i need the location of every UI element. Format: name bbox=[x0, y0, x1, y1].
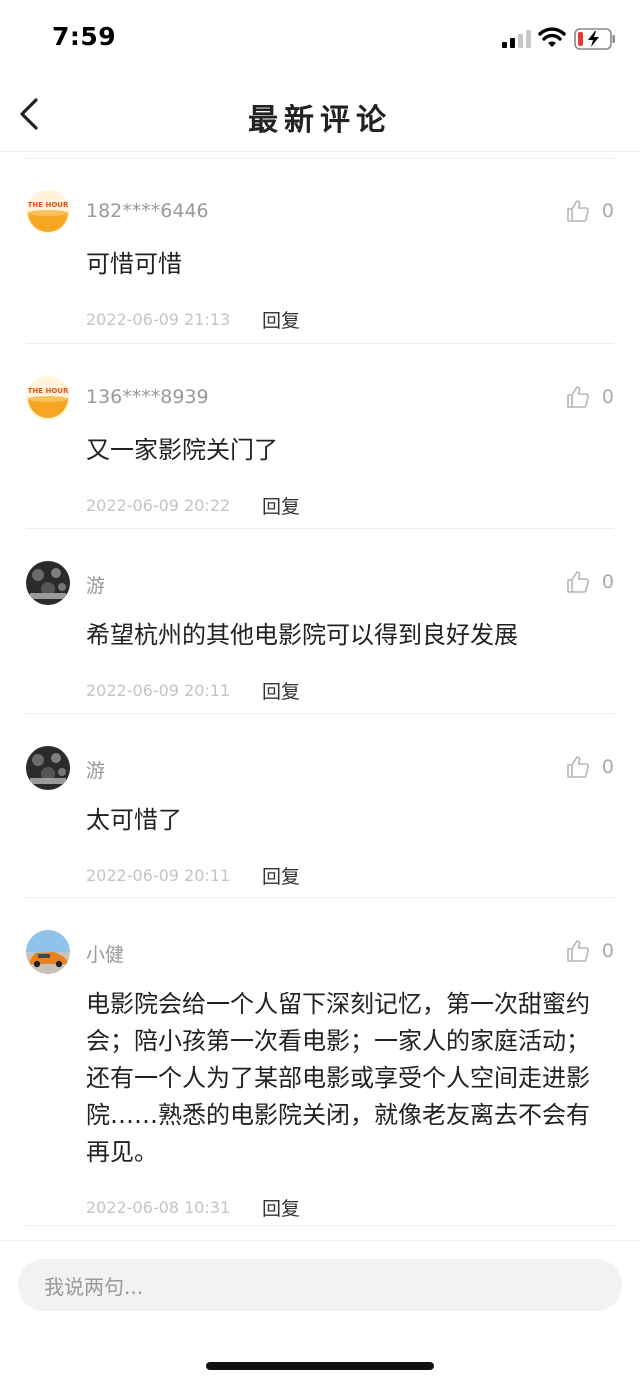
dark-photo-icon bbox=[26, 561, 70, 605]
status-time: 7:59 bbox=[52, 22, 117, 51]
signal-icon bbox=[502, 30, 531, 48]
comment-text: 电影院会给一个人留下深刻记忆，第一次甜蜜约会；陪小孩第一次看电影；一家人的家庭活… bbox=[86, 990, 590, 1166]
status-bar: 7:59 bbox=[0, 0, 640, 76]
like-count: 0 bbox=[601, 756, 614, 778]
timestamp: 2022-06-09 20:11 bbox=[86, 865, 231, 885]
comment-meta: 2022-06-09 20:22 回复 bbox=[26, 491, 614, 519]
svg-text:THE HOUR: THE HOUR bbox=[28, 387, 69, 395]
avatar[interactable] bbox=[26, 561, 70, 605]
reply-button[interactable]: 回复 bbox=[262, 492, 300, 519]
thumbs-up-icon bbox=[567, 940, 589, 962]
avatar[interactable] bbox=[26, 930, 70, 974]
comment-meta: 2022-06-08 10:31 回复 bbox=[26, 1193, 614, 1221]
comment-list: THE HOUR 182****6446 0 可惜可惜 2022-06-09 2… bbox=[0, 158, 640, 1226]
like-button[interactable]: 0 bbox=[566, 569, 614, 595]
username[interactable]: 小健 bbox=[86, 940, 124, 967]
avatar[interactable] bbox=[26, 746, 70, 790]
wifi-icon bbox=[538, 27, 566, 47]
username[interactable]: 136****8939 bbox=[86, 386, 209, 408]
avatar[interactable]: THE HOUR bbox=[26, 376, 70, 420]
comment-item: 游 0 希望杭州的其他电影院可以得到良好发展 2022-06-09 20:11 … bbox=[26, 529, 614, 714]
comment-meta: 2022-06-09 20:11 回复 bbox=[26, 861, 614, 889]
timestamp: 2022-06-09 20:22 bbox=[86, 495, 231, 515]
page-title: 最新评论 bbox=[248, 103, 392, 138]
comment-input[interactable]: 我说两句... bbox=[18, 1259, 622, 1311]
comment-item: 游 0 太可惜了 2022-06-09 20:11 回复 bbox=[26, 714, 614, 898]
comment-item: THE HOUR 136****8939 0 又一家影院关门了 2022-06-… bbox=[26, 344, 614, 529]
reply-button[interactable]: 回复 bbox=[262, 306, 300, 333]
thumbs-up-icon bbox=[567, 571, 589, 593]
reply-button[interactable]: 回复 bbox=[262, 677, 300, 704]
username[interactable]: 游 bbox=[86, 756, 105, 783]
like-count: 0 bbox=[601, 571, 614, 593]
comment-text: 太可惜了 bbox=[86, 806, 182, 834]
comment-text: 希望杭州的其他电影院可以得到良好发展 bbox=[86, 621, 518, 649]
comment-input-bar: 我说两句... bbox=[0, 1240, 640, 1330]
like-count: 0 bbox=[601, 386, 614, 408]
thumbs-up-icon bbox=[567, 386, 589, 408]
comment-meta: 2022-06-09 20:11 回复 bbox=[26, 676, 614, 704]
timestamp: 2022-06-09 21:13 bbox=[86, 309, 231, 329]
username[interactable]: 182****6446 bbox=[86, 200, 209, 222]
username[interactable]: 游 bbox=[86, 571, 105, 598]
like-button[interactable]: 0 bbox=[566, 384, 614, 410]
svg-text:THE HOUR: THE HOUR bbox=[28, 201, 69, 209]
like-count: 0 bbox=[601, 200, 614, 222]
reply-button[interactable]: 回复 bbox=[262, 1194, 300, 1221]
comment-meta: 2022-06-09 21:13 回复 bbox=[26, 305, 614, 333]
like-button[interactable]: 0 bbox=[566, 938, 614, 964]
like-button[interactable]: 0 bbox=[566, 198, 614, 224]
home-indicator[interactable] bbox=[206, 1362, 434, 1370]
reply-button[interactable]: 回复 bbox=[262, 862, 300, 889]
thumbs-up-icon bbox=[567, 200, 589, 222]
the-hour-logo-icon: THE HOUR bbox=[26, 376, 70, 420]
thumbs-up-icon bbox=[567, 756, 589, 778]
like-count: 0 bbox=[601, 940, 614, 962]
timestamp: 2022-06-09 20:11 bbox=[86, 680, 231, 700]
header: 最新评论 bbox=[0, 76, 640, 152]
timestamp: 2022-06-08 10:31 bbox=[86, 1197, 231, 1217]
battery-icon bbox=[574, 28, 615, 50]
comment-item: THE HOUR 182****6446 0 可惜可惜 2022-06-09 2… bbox=[26, 158, 614, 344]
car-photo-icon bbox=[26, 930, 70, 974]
the-hour-logo-icon: THE HOUR bbox=[26, 190, 70, 234]
comment-item: 小健 0 电影院会给一个人留下深刻记忆，第一次甜蜜约会；陪小孩第一次看电影；一家… bbox=[26, 898, 614, 1226]
avatar[interactable]: THE HOUR bbox=[26, 190, 70, 234]
dark-photo-icon bbox=[26, 746, 70, 790]
like-button[interactable]: 0 bbox=[566, 754, 614, 780]
